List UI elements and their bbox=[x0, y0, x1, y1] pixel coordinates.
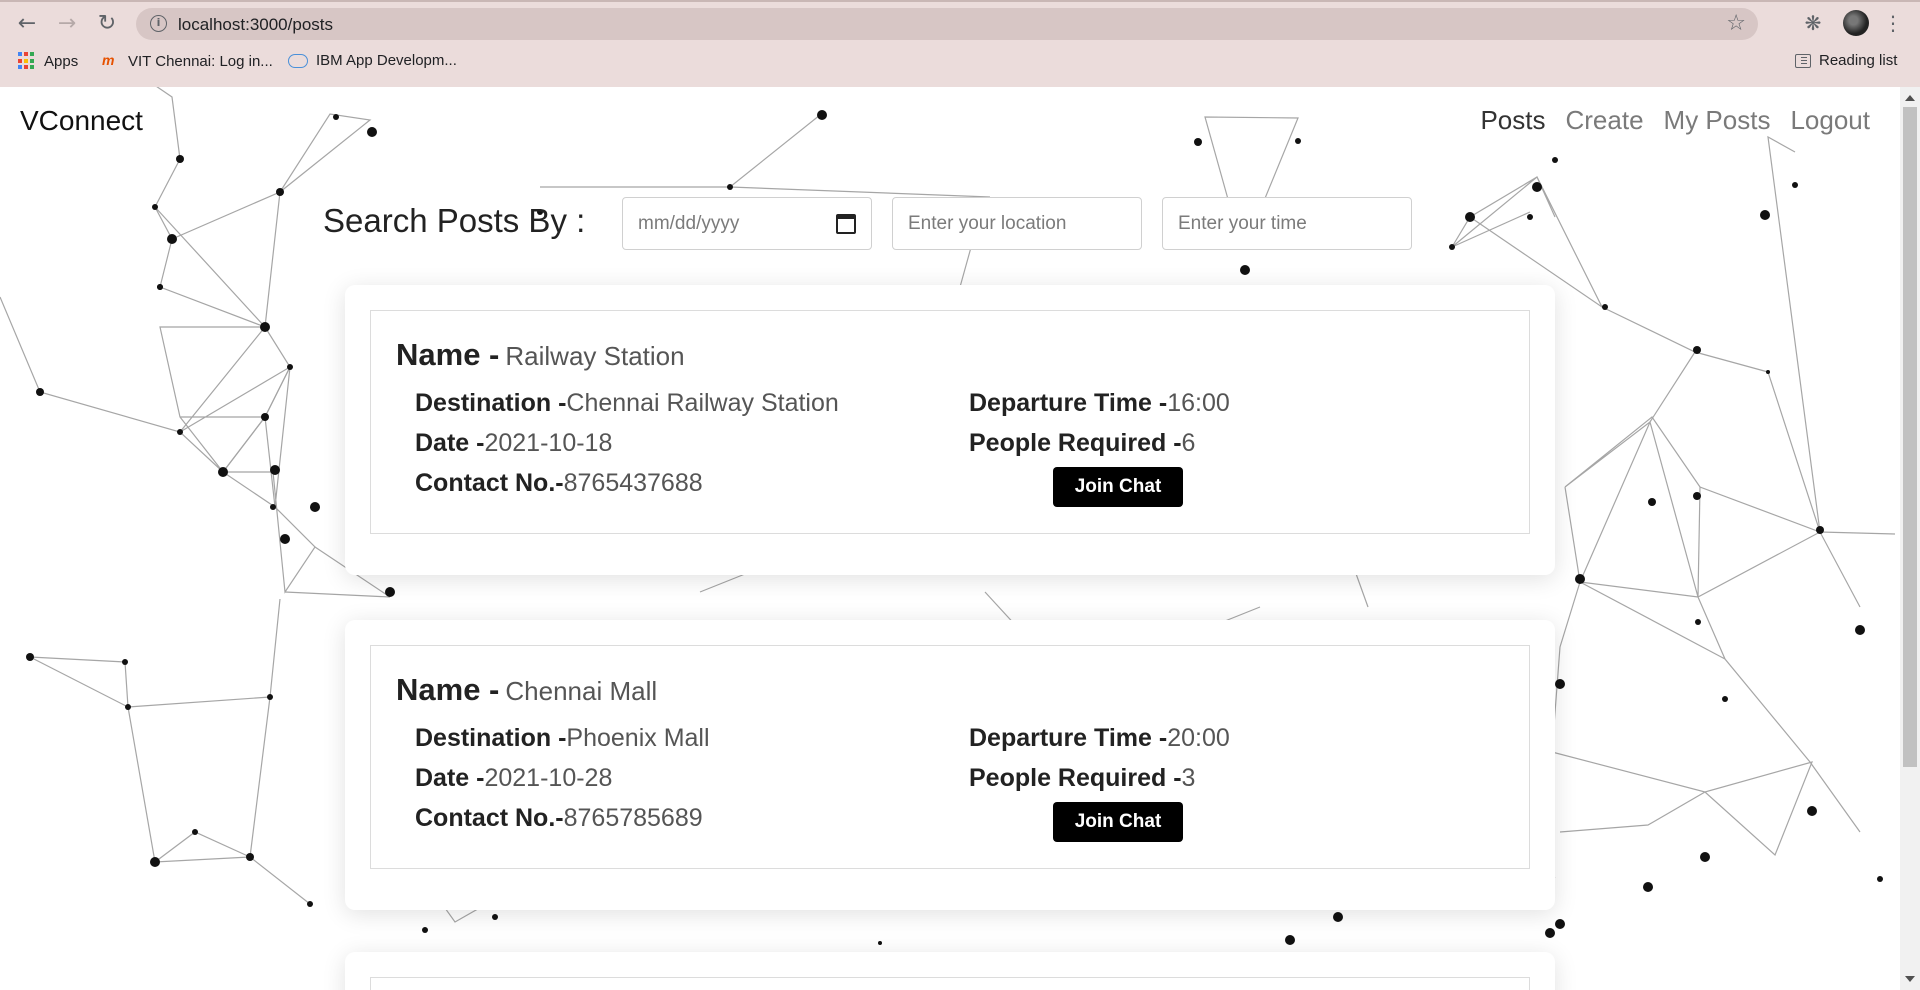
destination-value: Phoenix Mall bbox=[566, 724, 710, 752]
post-card: Name - Chennai Mall Destination -Phoenix … bbox=[345, 620, 1555, 910]
date-label: Date - bbox=[415, 764, 485, 792]
time-input[interactable]: Enter your time bbox=[1162, 197, 1412, 250]
scroll-thumb[interactable] bbox=[1903, 107, 1917, 767]
date-label: Date - bbox=[415, 429, 485, 457]
contact-field: Contact No.-8765785689 bbox=[415, 804, 703, 833]
calendar-icon[interactable] bbox=[836, 213, 856, 234]
vit-icon: m bbox=[102, 52, 115, 68]
brand-logo[interactable]: VConnect bbox=[20, 105, 143, 137]
extensions-icon[interactable]: ❋ bbox=[1800, 8, 1826, 38]
search-label: Search Posts By : bbox=[323, 202, 586, 239]
bookmark-star-icon[interactable]: ☆ bbox=[1726, 11, 1746, 36]
bookmark-ibm[interactable]: IBM App Developm... bbox=[288, 52, 457, 69]
date-placeholder: mm/dd/yyyy bbox=[638, 212, 740, 234]
name-label: Name - bbox=[396, 672, 500, 707]
reading-list-button[interactable]: Reading list bbox=[1795, 52, 1897, 69]
reload-icon[interactable]: ↻ bbox=[92, 8, 122, 38]
tabstrip-edge bbox=[0, 0, 1920, 2]
post-card: Name - Railway Station Destination -Chenn… bbox=[345, 285, 1555, 575]
scrollbar[interactable] bbox=[1900, 87, 1920, 990]
menu-kebab-icon[interactable]: ⋮ bbox=[1880, 8, 1906, 38]
contact-field: Contact No.-8765437688 bbox=[415, 469, 703, 498]
bookmark-apps[interactable]: Apps bbox=[18, 52, 78, 70]
departure-field: Departure Time -16:00 bbox=[969, 389, 1230, 418]
date-value: 2021-10-18 bbox=[484, 429, 613, 457]
date-input[interactable]: mm/dd/yyyy bbox=[622, 197, 872, 250]
contact-label: Contact No.- bbox=[415, 804, 564, 832]
top-nav: Posts Create My Posts Logout bbox=[1480, 105, 1870, 136]
destination-value: Chennai Railway Station bbox=[566, 389, 839, 417]
people-value: 3 bbox=[1181, 764, 1196, 792]
time-placeholder: Enter your time bbox=[1178, 212, 1307, 234]
people-field: People Required -6 bbox=[969, 429, 1195, 458]
scroll-down-arrow-icon[interactable] bbox=[1905, 976, 1915, 982]
location-input[interactable]: Enter your location bbox=[892, 197, 1142, 250]
destination-field: Destination -Chennai Railway Station bbox=[415, 389, 839, 418]
bookmark-label: Apps bbox=[44, 52, 79, 70]
contact-value: 8765785689 bbox=[563, 804, 703, 832]
location-placeholder: Enter your location bbox=[908, 212, 1067, 234]
post-name: Name - Railway Station bbox=[396, 337, 685, 373]
post-card-inner: Name - Railway Station Destination -Chenn… bbox=[370, 310, 1530, 534]
join-chat-button[interactable]: Join Chat bbox=[1053, 467, 1183, 507]
reading-list-label: Reading list bbox=[1819, 52, 1898, 69]
departure-label: Departure Time - bbox=[969, 724, 1168, 752]
bookmark-vit[interactable]: m VIT Chennai: Log in... bbox=[102, 52, 273, 70]
departure-value: 20:00 bbox=[1167, 724, 1230, 752]
destination-label: Destination - bbox=[415, 389, 567, 417]
departure-label: Departure Time - bbox=[969, 389, 1168, 417]
date-field: Date -2021-10-18 bbox=[415, 429, 612, 458]
nav-posts[interactable]: Posts bbox=[1480, 105, 1545, 136]
join-chat-button[interactable]: Join Chat bbox=[1053, 802, 1183, 842]
date-field: Date -2021-10-28 bbox=[415, 764, 612, 793]
ibm-cloud-icon bbox=[288, 53, 308, 68]
people-field: People Required -3 bbox=[969, 764, 1195, 793]
name-value: Railway Station bbox=[505, 341, 685, 371]
bookmark-label: VIT Chennai: Log in... bbox=[128, 52, 273, 70]
profile-avatar[interactable] bbox=[1841, 8, 1871, 38]
url-text[interactable]: localhost:3000/posts bbox=[178, 15, 333, 35]
nav-logout[interactable]: Logout bbox=[1790, 105, 1870, 136]
people-label: People Required - bbox=[969, 429, 1182, 457]
page-viewport: VConnect Posts Create My Posts Logout Se… bbox=[0, 87, 1920, 990]
bookmarks-bar: Apps m VIT Chennai: Log in... IBM App De… bbox=[0, 48, 1920, 78]
nav-my-posts[interactable]: My Posts bbox=[1664, 105, 1771, 136]
back-icon[interactable]: ← bbox=[12, 8, 42, 38]
people-value: 6 bbox=[1181, 429, 1196, 457]
scroll-up-arrow-icon[interactable] bbox=[1905, 95, 1915, 101]
post-card-inner: Name - Chennai Mall Destination -Phoenix … bbox=[370, 645, 1530, 869]
departure-field: Departure Time -20:00 bbox=[969, 724, 1230, 753]
post-card-inner bbox=[370, 977, 1530, 990]
post-name: Name - Chennai Mall bbox=[396, 672, 657, 708]
name-value: Chennai Mall bbox=[505, 676, 658, 706]
site-info-icon[interactable]: i bbox=[150, 15, 167, 32]
forward-icon[interactable]: → bbox=[52, 8, 82, 38]
contact-label: Contact No.- bbox=[415, 469, 564, 497]
reading-list-icon bbox=[1795, 53, 1811, 68]
apps-grid-icon bbox=[18, 52, 36, 70]
name-label: Name - bbox=[396, 337, 500, 372]
nav-create[interactable]: Create bbox=[1566, 105, 1644, 136]
date-value: 2021-10-28 bbox=[484, 764, 613, 792]
departure-value: 16:00 bbox=[1167, 389, 1230, 417]
destination-label: Destination - bbox=[415, 724, 567, 752]
address-bar[interactable]: i localhost:3000/posts ☆ bbox=[136, 8, 1758, 40]
bookmark-label: IBM App Developm... bbox=[316, 52, 457, 69]
post-card-partial bbox=[345, 952, 1555, 990]
browser-chrome: ← → ↻ i localhost:3000/posts ☆ ❋ ⋮ Apps … bbox=[0, 0, 1920, 87]
people-label: People Required - bbox=[969, 764, 1182, 792]
contact-value: 8765437688 bbox=[563, 469, 703, 497]
destination-field: Destination -Phoenix Mall bbox=[415, 724, 710, 753]
